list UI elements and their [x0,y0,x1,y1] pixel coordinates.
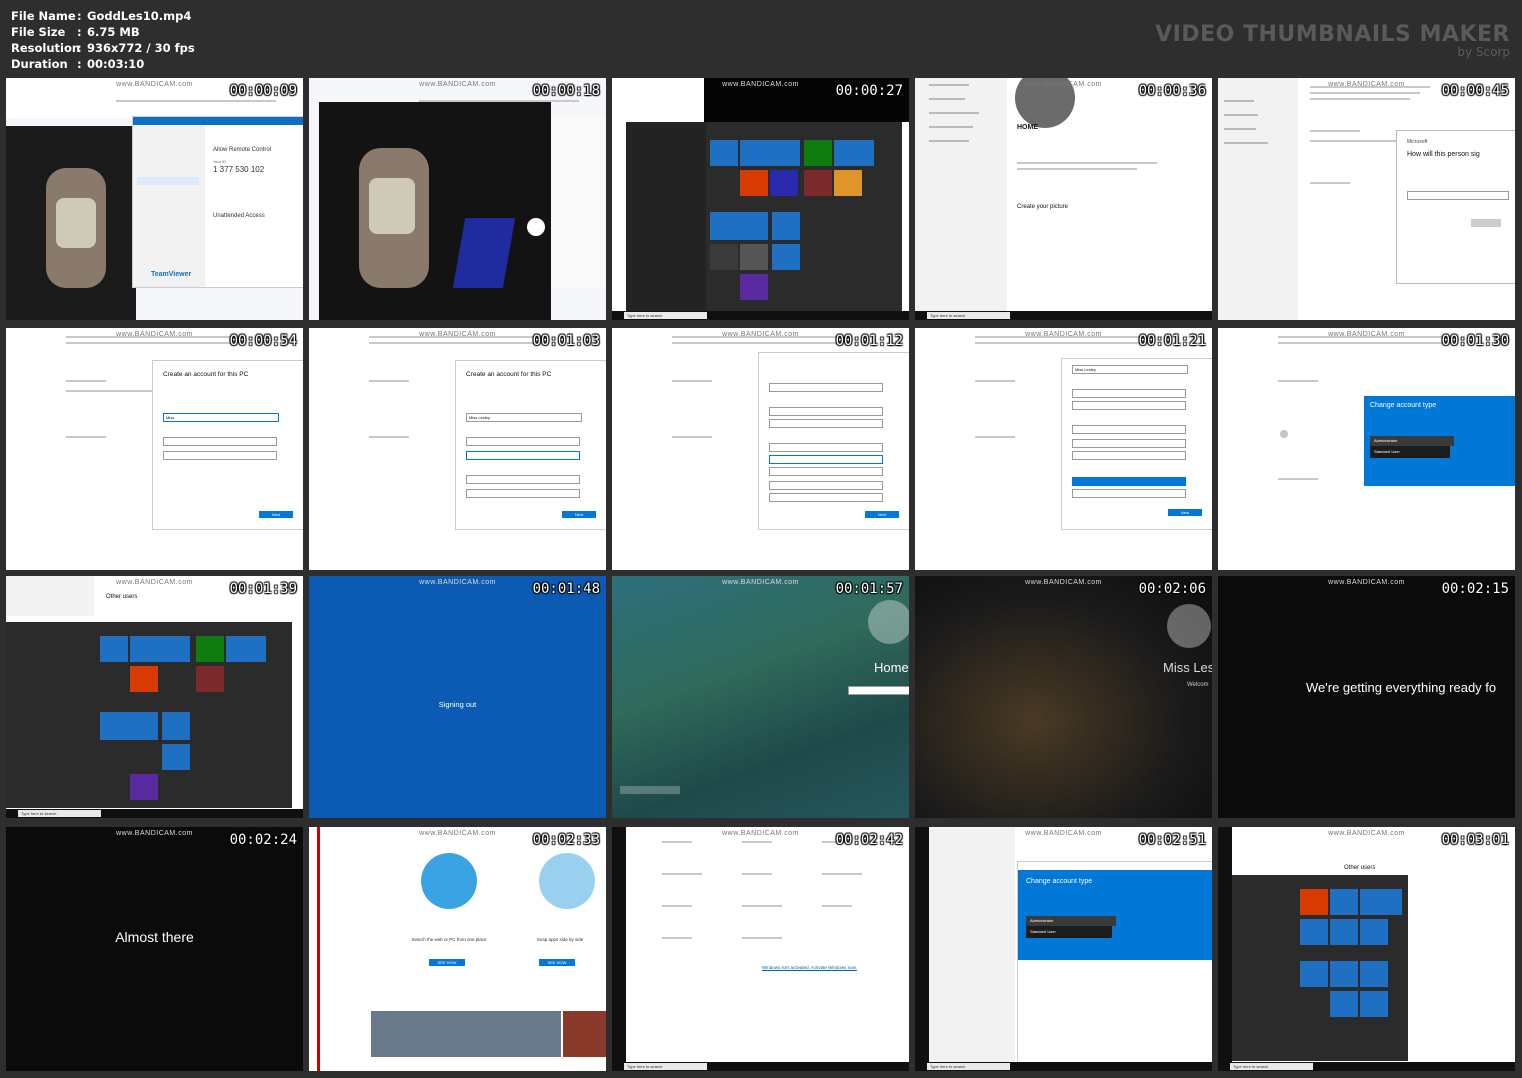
thumbnail-16[interactable]: Almost there www.BANDICAM.com 00:02:24 [6,827,303,1071]
timestamp: 00:01:21 [1138,333,1206,349]
timestamp: 00:01:39 [229,581,297,597]
avatar [1280,430,1288,438]
thumbnail-19[interactable]: Change account type Administrator Standa… [915,827,1212,1071]
timestamp: 00:03:01 [1441,832,1509,848]
thumbnail-3[interactable]: Type here to search www.BANDICAM.com 00:… [612,78,909,320]
thumbnail-13[interactable]: Home www.BANDICAM.com 00:01:57 [612,576,909,818]
header: File Name: GoddLes10.mp4 File Size:6.75 M… [0,0,1522,76]
taskbar: Type here to search [1218,1062,1515,1071]
snap-illustration-icon [539,853,595,909]
taskbar: Type here to search [612,311,909,320]
thumbnail-4[interactable]: HOME Create your picture Type here to se… [915,78,1212,320]
avatar [1167,604,1211,648]
timestamp: 00:00:09 [229,83,297,99]
thumbnail-18[interactable]: Windows isn't activated. Activate Window… [612,827,909,1071]
activate-windows-link[interactable]: Windows isn't activated. Activate Window… [762,965,857,970]
thumbnail-17[interactable]: Search the web or PC from one place Snap… [309,827,606,1071]
timestamp: 00:00:27 [835,83,903,99]
timestamp: 00:02:15 [1441,581,1509,597]
password-field[interactable] [848,686,909,695]
thumbnail-10[interactable]: Change account type Administrator Standa… [1218,328,1515,570]
resolution: 936x772 / 30 fps [87,41,195,55]
teamviewer-logo: TeamViewer [151,271,192,278]
timestamp: 00:02:33 [532,832,600,848]
timestamp: 00:00:18 [532,83,600,99]
timestamp: 00:01:48 [532,581,600,597]
taskbar: Type here to search [612,1062,909,1071]
see-how-button[interactable]: SEE HOW [539,959,575,966]
brand-logo: VIDEO THUMBNAILS MAKER by Scorp [1155,22,1510,59]
avatar [868,600,909,644]
timestamp: 00:00:54 [229,333,297,349]
almost-there-message: Almost there [115,929,194,945]
timestamp: 00:02:06 [1138,581,1206,597]
thumbnail-7[interactable]: Create an account for this PC Miss Lesle… [309,328,606,570]
taskbar: Type here to search [915,1062,1212,1071]
timestamp: 00:02:42 [835,832,903,848]
timestamp: 00:00:45 [1441,83,1509,99]
thumbnail-14[interactable]: Miss Les Welcom www.BANDICAM.com 00:02:0… [915,576,1212,818]
teamviewer-id: 1 377 530 102 [213,165,265,174]
duration: 00:03:10 [87,57,145,71]
thumbnail-6[interactable]: Create an account for this PC Miss Next … [6,328,303,570]
thumbnail-15[interactable]: We're getting everything ready fo www.BA… [1218,576,1515,818]
see-how-button[interactable]: SEE HOW [429,959,465,966]
timestamp: 00:00:36 [1138,83,1206,99]
signing-out-message: Signing out [438,700,477,709]
file-metadata: File Name: GoddLes10.mp4 File Size:6.75 M… [11,9,195,71]
thumbnail-11[interactable]: Other users Type here to search www.BAND… [6,576,303,818]
file-size: 6.75 MB [87,25,140,39]
timestamp: 00:01:30 [1441,333,1509,349]
timestamp: 00:01:03 [532,333,600,349]
setup-message: We're getting everything ready fo [1306,680,1497,695]
thumbnail-9[interactable]: Miss Lesley Next www.BANDICAM.com 00:01:… [915,328,1212,570]
timestamp: 00:02:51 [1138,832,1206,848]
timestamp: 00:01:12 [835,333,903,349]
thumbnail-5[interactable]: Microsoft How will this person sig www.B… [1218,78,1515,320]
thumbnail-20[interactable]: Other users Type here to search www.BAND… [1218,827,1515,1071]
timestamp: 00:01:57 [835,581,903,597]
thumbnail-8[interactable]: Next www.BANDICAM.com 00:01:12 [612,328,909,570]
thumbnail-1[interactable]: Allow Remote Control Your ID 1 377 530 1… [6,78,303,320]
file-name: GoddLes10.mp4 [87,9,192,23]
thumbnail-2[interactable]: www.BANDICAM.com 00:00:18 [309,78,606,320]
taskbar: Type here to search [915,311,1212,320]
thumbnail-12[interactable]: Signing out www.BANDICAM.com 00:01:48 [309,576,606,818]
search-illustration-icon [421,853,477,909]
taskbar: Type here to search [6,809,303,818]
timestamp: 00:02:24 [229,832,297,848]
